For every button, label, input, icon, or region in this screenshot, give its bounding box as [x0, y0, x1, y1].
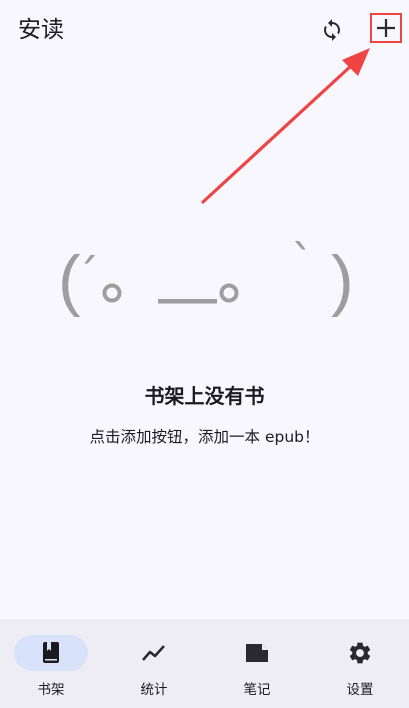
nav-item-stats[interactable]: 统计 [103, 619, 205, 708]
kaomoji-right-tick: ` [291, 236, 314, 289]
kaomoji-right-eye [219, 283, 239, 303]
empty-state-hint: 点击添加按钮，添加一本 epub！ [89, 428, 320, 446]
nav-label-bookshelf: 书架 [37, 682, 65, 698]
annotation-arrow [201, 48, 370, 204]
sync-icon [324, 19, 340, 41]
note-icon [246, 644, 268, 662]
sync-button[interactable] [315, 13, 349, 47]
nav-label-stats: 统计 [140, 682, 168, 698]
kaomoji-left-tick: ´ [76, 249, 99, 303]
empty-state-title: 书架上没有书 [144, 384, 265, 408]
plus-icon [377, 19, 395, 37]
nav-item-bookshelf[interactable]: 书架 [0, 619, 102, 708]
app-title: 安读 [18, 17, 64, 43]
nav-label-settings: 设置 [346, 682, 374, 698]
book-icon [43, 642, 59, 663]
nav-label-notes: 笔记 [243, 682, 271, 698]
gear-icon [349, 642, 371, 664]
kaomoji-mouth [158, 299, 217, 304]
bottom-navigation: 书架 统计 笔记 设置 [0, 619, 409, 708]
app-root: 安读 ( ´ ` ) 书架上没有书 点击添加按钮，添加一本 epub！ 书架 统… [0, 0, 409, 708]
trend-icon [142, 645, 165, 661]
top-app-bar: 安读 [0, 0, 409, 60]
kaomoji-left-eye [102, 283, 122, 303]
nav-item-notes[interactable]: 笔记 [206, 619, 308, 708]
nav-active-indicator [14, 635, 88, 671]
nav-item-settings[interactable]: 设置 [309, 619, 409, 708]
add-book-button[interactable] [370, 13, 402, 43]
empty-kaomoji: ( ´ ` ) [58, 236, 354, 318]
kaomoji-right-paren: ) [331, 242, 354, 318]
